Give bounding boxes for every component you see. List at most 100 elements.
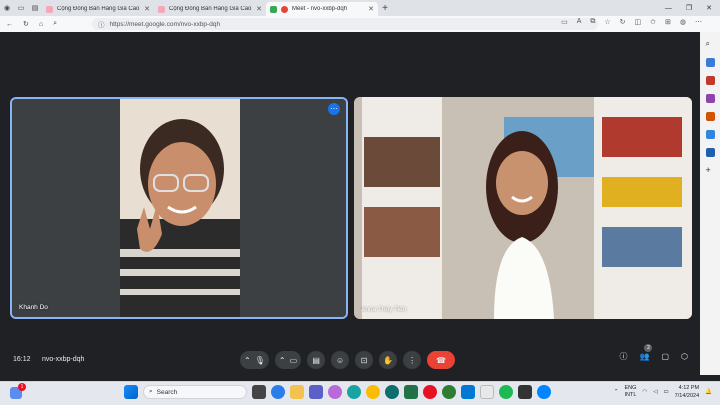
start-icon[interactable] xyxy=(124,385,138,399)
tab-title: Meet - nvo-xxbp-dqh xyxy=(292,6,348,12)
close-window-icon[interactable]: ✕ xyxy=(706,4,712,12)
taskbar-apps: ⌕ Search xyxy=(124,385,551,399)
mic-button[interactable]: ⌃ 🎙 xyxy=(240,351,269,369)
close-tab-icon[interactable]: ✕ xyxy=(144,5,150,13)
language-indicator[interactable]: ENG INTL xyxy=(625,385,637,399)
edge-icon[interactable] xyxy=(347,385,361,399)
refresh-page-icon[interactable]: ↻ xyxy=(620,18,626,26)
edge-canary-icon[interactable] xyxy=(442,385,456,399)
leave-call-button[interactable]: ☎ xyxy=(427,351,456,369)
clock[interactable]: 4:12 PM 7/14/2024 xyxy=(675,384,699,400)
maximize-icon[interactable]: ❐ xyxy=(686,4,692,12)
close-tab-icon[interactable]: ✕ xyxy=(256,5,262,13)
extension-icon[interactable]: ⧉ xyxy=(590,18,595,26)
opera-icon[interactable] xyxy=(423,385,437,399)
app-icon[interactable] xyxy=(404,385,418,399)
wifi-icon[interactable]: ◠ xyxy=(642,389,647,395)
tab-actions-icon[interactable]: ▭ xyxy=(14,1,28,15)
collections-icon[interactable]: ⊞ xyxy=(665,18,671,26)
participant-tile-anna[interactable]: Anna Thủy Tiên xyxy=(354,97,692,319)
office-icon[interactable] xyxy=(705,112,715,121)
copilot-icon[interactable] xyxy=(271,385,285,399)
chrome-icon[interactable] xyxy=(366,385,380,399)
site-info-icon[interactable]: ⓘ xyxy=(98,19,105,29)
read-aloud-icon[interactable]: A xyxy=(577,18,582,26)
tab-1[interactable]: Cộng Đồng Bán Hàng Giá Cao ✕ xyxy=(42,2,154,16)
participant-name: Anna Thủy Tiên xyxy=(361,306,407,313)
minimize-icon[interactable]: — xyxy=(665,5,672,12)
refresh-icon[interactable]: ↻ xyxy=(23,20,29,28)
home-icon[interactable]: ⌂ xyxy=(39,21,43,28)
word-icon[interactable] xyxy=(705,148,715,157)
captions-button[interactable]: ▤ xyxy=(307,351,326,369)
people-button[interactable]: 👥 2 xyxy=(639,344,653,361)
copilot-app-icon[interactable] xyxy=(328,385,342,399)
outlook-icon[interactable] xyxy=(705,130,715,139)
close-tab-icon[interactable]: ✕ xyxy=(368,5,374,13)
end-call-icon: ☎ xyxy=(436,355,447,365)
info-icon[interactable]: ⓘ xyxy=(619,351,627,362)
tab-3-meet[interactable]: Meet - nvo-xxbp-dqh ✕ xyxy=(266,2,378,16)
lang-line-2: INTL xyxy=(624,392,637,398)
file-explorer-icon[interactable] xyxy=(290,385,304,399)
chevron-up-icon[interactable]: ⌃ xyxy=(279,356,286,365)
taskbar-search-box[interactable]: ⌕ Search xyxy=(143,385,247,399)
more-menu-icon[interactable]: ⋯ xyxy=(695,18,702,26)
present-icon: ⊡ xyxy=(360,355,368,365)
tab-title: Cộng Đồng Bán Hàng Giá Cao xyxy=(169,6,252,12)
vertical-tabs-icon[interactable]: ▤ xyxy=(28,1,42,15)
tile-more-options-icon[interactable]: ⋯ xyxy=(328,103,340,115)
battery-icon[interactable]: ▭ xyxy=(663,389,668,395)
profile-icon[interactable]: ◉ xyxy=(0,1,14,15)
more-vertical-icon: ⋮ xyxy=(408,355,417,365)
widgets-icon[interactable]: 1 xyxy=(10,383,26,399)
notepad-icon[interactable] xyxy=(480,385,494,399)
profile-avatar-icon[interactable]: ◍ xyxy=(680,18,686,26)
url-text: https://meet.google.com/nvo-xxbp-dqh xyxy=(109,20,221,28)
new-tab-button[interactable]: + xyxy=(378,1,392,15)
camera-in-use-icon[interactable]: ▭ xyxy=(561,18,568,26)
tab-strip: ◉ ▭ ▤ Cộng Đồng Bán Hàng Giá Cao ✕ Cộng … xyxy=(0,0,720,16)
participant-tile-khanh[interactable]: ⋯ Khanh Do xyxy=(10,97,348,319)
task-view-icon[interactable] xyxy=(252,385,266,399)
app-icon[interactable] xyxy=(518,385,532,399)
lang-line-1: ENG xyxy=(624,385,637,391)
chevron-up-icon[interactable]: ⌃ xyxy=(244,356,251,365)
back-icon[interactable]: ← xyxy=(6,21,13,28)
volume-icon[interactable]: ◁ xyxy=(653,389,657,395)
search-icon[interactable]: ⌕ xyxy=(53,20,57,28)
teams-icon[interactable] xyxy=(309,385,323,399)
notifications-icon[interactable]: 🔔 xyxy=(705,389,712,395)
windows-taskbar: 1 ⌕ Search ⌃ ENG INTL ◠ ◁ ▭ 4:12 PM 7/14… xyxy=(0,381,720,405)
edge-dev-icon[interactable] xyxy=(385,385,399,399)
camera-icon: ▭ xyxy=(289,355,298,365)
camera-button[interactable]: ⌃ ▭ xyxy=(274,351,302,369)
window-controls: — ❐ ✕ xyxy=(665,0,712,16)
chevron-up-icon[interactable]: ⌃ xyxy=(614,389,619,395)
activities-icon[interactable]: ⬡ xyxy=(681,352,688,361)
clock-date: 7/14/2024 xyxy=(674,393,700,399)
captions-icon: ▤ xyxy=(312,355,320,365)
favorites-icon[interactable]: ✩ xyxy=(650,18,656,26)
present-button[interactable]: ⊡ xyxy=(355,351,374,369)
raise-hand-button[interactable]: ✋ xyxy=(379,351,398,369)
search-sidebar-icon[interactable]: ⌕ xyxy=(706,40,715,49)
add-sidebar-icon[interactable]: + xyxy=(706,166,715,175)
shopping-icon[interactable] xyxy=(705,58,715,67)
spotify-icon[interactable] xyxy=(499,385,513,399)
messenger-icon[interactable] xyxy=(537,385,551,399)
chat-icon[interactable]: ▢ xyxy=(661,352,669,361)
games-icon[interactable] xyxy=(705,94,715,103)
more-options-button[interactable]: ⋮ xyxy=(403,351,422,369)
people-count-badge: 2 xyxy=(644,344,653,352)
address-bar[interactable]: ⓘ https://meet.google.com/nvo-xxbp-dqh xyxy=(92,18,598,30)
mail-icon[interactable] xyxy=(461,385,475,399)
split-screen-icon[interactable]: ◫ xyxy=(635,18,642,26)
favorite-star-icon[interactable]: ☆ xyxy=(604,18,610,26)
hand-icon: ✋ xyxy=(383,355,394,365)
meeting-side-controls: ⓘ 👥 2 ▢ ⬡ xyxy=(619,344,688,362)
browser-toolbar: ← ↻ ⌂ ⌕ ⓘ https://meet.google.com/nvo-xx… xyxy=(0,16,720,32)
tab-2[interactable]: Cộng Đồng Bán Hàng Giá Cao ✕ xyxy=(154,2,266,16)
emoji-button[interactable]: ☺ xyxy=(331,351,350,369)
tools-icon[interactable] xyxy=(705,76,715,85)
